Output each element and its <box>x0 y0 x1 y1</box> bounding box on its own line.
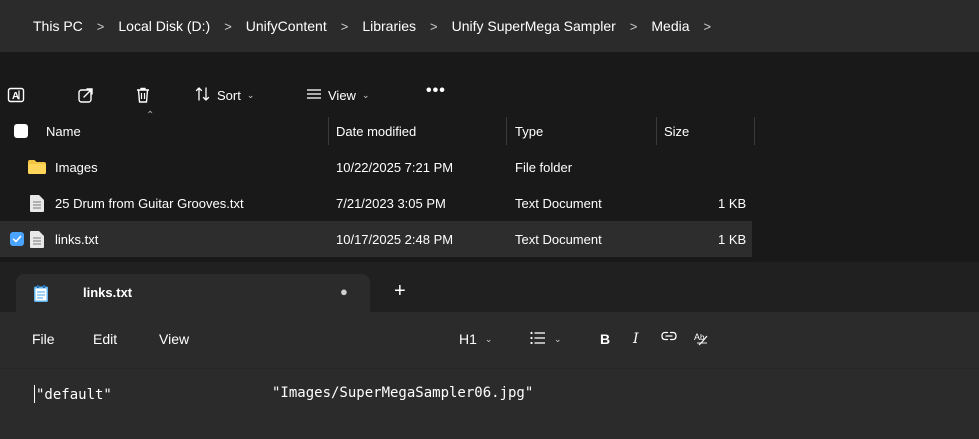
new-tab-button[interactable]: + <box>394 280 406 303</box>
heading-label: H1 <box>459 331 477 347</box>
checkmark-icon <box>12 235 22 243</box>
breadcrumb-unifycontent[interactable]: UnifyContent <box>246 18 327 34</box>
editor-line: "default" "Images/SuperMegaSampler06.jpg" <box>34 385 533 403</box>
sort-button[interactable]: Sort ⌄ <box>195 85 254 105</box>
file-date: 10/17/2025 2:48 PM <box>336 231 454 247</box>
text-file-icon <box>30 185 44 221</box>
column-header-row: ⌃ Name Date modified Type Size <box>0 110 979 149</box>
spellcheck-icon[interactable]: Ab <box>694 331 710 347</box>
text-editor[interactable]: "default" "Images/SuperMegaSampler06.jpg" <box>0 368 979 439</box>
chevron-right-icon[interactable]: > <box>704 19 712 34</box>
file-row-selected[interactable]: links.txt 10/17/2025 2:48 PM Text Docume… <box>0 221 752 257</box>
column-divider[interactable] <box>656 117 657 145</box>
rename-icon[interactable]: A <box>6 85 26 105</box>
column-header-name[interactable]: Name <box>46 113 81 149</box>
menu-edit[interactable]: Edit <box>93 331 117 347</box>
chevron-right-icon[interactable]: > <box>97 19 105 34</box>
file-row[interactable]: 25 Drum from Guitar Grooves.txt 7/21/202… <box>0 185 979 221</box>
breadcrumb: This PC > Local Disk (D:) > UnifyContent… <box>0 0 979 52</box>
chevron-right-icon[interactable]: > <box>630 19 638 34</box>
menu-file[interactable]: File <box>32 331 55 347</box>
chevron-down-icon: ⌄ <box>484 333 493 344</box>
view-button[interactable]: View ⌄ <box>306 85 370 105</box>
bold-button[interactable]: B <box>600 331 610 347</box>
file-date: 7/21/2023 3:05 PM <box>336 195 446 211</box>
breadcrumb-unify-supermega-sampler[interactable]: Unify SuperMega Sampler <box>452 18 616 34</box>
text-file-icon <box>30 221 44 257</box>
list-dropdown[interactable]: ⌄ <box>530 331 562 348</box>
chevron-right-icon[interactable]: > <box>430 19 438 34</box>
file-name: links.txt <box>55 231 99 247</box>
file-name: Images <box>55 159 98 175</box>
chevron-right-icon[interactable]: > <box>341 19 349 34</box>
file-type: Text Document <box>515 195 602 211</box>
command-bar: A Sort ⌄ View ⌄ ••• <box>0 52 979 112</box>
chevron-up-icon: ⌃ <box>146 110 155 121</box>
file-explorer: This PC > Local Disk (D:) > UnifyContent… <box>0 0 979 262</box>
svg-text:A: A <box>12 91 19 102</box>
notepad-icon <box>34 285 48 307</box>
more-options-button[interactable]: ••• <box>426 82 446 100</box>
column-header-date[interactable]: Date modified <box>336 113 416 149</box>
file-type: Text Document <box>515 231 602 247</box>
file-date: 10/22/2025 7:21 PM <box>336 159 454 175</box>
tab-links-txt[interactable]: links.txt ● <box>16 274 370 312</box>
notepad-window: links.txt ● + File Edit View H1 ⌄ ⌄ B I … <box>0 262 979 439</box>
heading-dropdown[interactable]: H1 ⌄ <box>459 331 492 347</box>
file-type: File folder <box>515 159 573 175</box>
sort-label: Sort <box>217 87 241 103</box>
view-label: View <box>328 87 356 103</box>
notepad-menubar: File Edit View H1 ⌄ ⌄ B I Ab <box>0 312 979 368</box>
menu-view[interactable]: View <box>159 331 189 347</box>
text-caret <box>34 385 35 403</box>
column-header-size[interactable]: Size <box>664 113 689 149</box>
folder-icon <box>28 149 46 185</box>
delete-icon[interactable] <box>133 85 153 105</box>
column-header-type[interactable]: Type <box>515 113 543 149</box>
notepad-titlebar[interactable]: links.txt ● + <box>0 262 979 312</box>
link-icon[interactable] <box>661 331 677 341</box>
breadcrumb-this-pc[interactable]: This PC <box>33 18 83 34</box>
editor-key-text: "default" <box>36 387 112 403</box>
column-divider[interactable] <box>506 117 507 145</box>
file-size: 1 KB <box>718 231 747 247</box>
file-list: ⌃ Name Date modified Type Size Images 10… <box>0 110 979 257</box>
column-divider[interactable] <box>328 117 329 145</box>
editor-value-text: "Images/SuperMegaSampler06.jpg" <box>272 385 534 401</box>
chevron-right-icon[interactable]: > <box>224 19 232 34</box>
share-icon[interactable] <box>76 85 96 105</box>
sort-icon <box>195 86 211 105</box>
breadcrumb-libraries[interactable]: Libraries <box>362 18 416 34</box>
tab-title: links.txt <box>83 285 133 300</box>
file-row[interactable]: Images 10/22/2025 7:21 PM File folder <box>0 149 979 185</box>
file-name: 25 Drum from Guitar Grooves.txt <box>55 195 244 211</box>
chevron-down-icon: ⌄ <box>554 334 562 344</box>
breadcrumb-local-disk[interactable]: Local Disk (D:) <box>118 18 210 34</box>
chevron-down-icon: ⌄ <box>246 89 255 100</box>
file-size: 1 KB <box>718 195 747 211</box>
list-icon <box>530 331 546 348</box>
chevron-down-icon: ⌄ <box>361 89 370 100</box>
italic-button[interactable]: I <box>633 331 639 347</box>
view-icon <box>306 86 322 105</box>
unsaved-indicator-icon[interactable]: ● <box>340 284 348 299</box>
row-checkbox[interactable] <box>10 232 24 246</box>
breadcrumb-media[interactable]: Media <box>651 18 689 34</box>
select-all-checkbox[interactable] <box>14 124 28 138</box>
column-divider[interactable] <box>754 117 755 145</box>
